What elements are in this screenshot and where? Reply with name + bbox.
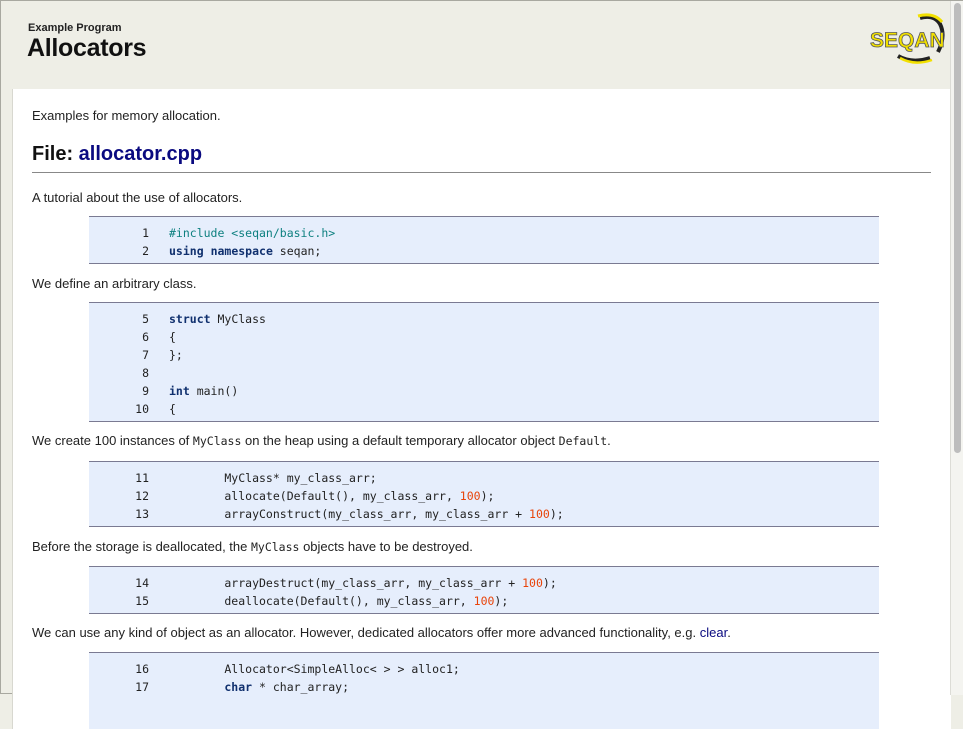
inline-code-default: Default (558, 434, 608, 448)
line-number: 13 (135, 507, 149, 521)
line-number: 11 (135, 471, 149, 485)
code-line: int main() (169, 384, 239, 398)
line-number: 14 (135, 576, 149, 590)
code-line: }; (169, 348, 183, 362)
clear-link[interactable]: clear (700, 625, 727, 640)
file-heading-label: File: (32, 143, 79, 165)
para5-text-2: . (727, 625, 731, 640)
line-number: 2 (142, 244, 149, 258)
paragraph-deallocate: Before the storage is deallocated, the M… (32, 539, 473, 554)
vertical-scrollbar[interactable] (950, 1, 963, 695)
code-block: 5 6 7 8 9 10 struct MyClass {}; int main() { (89, 302, 879, 422)
inline-code-myclass: MyClass (250, 540, 300, 554)
line-number: 17 (135, 680, 149, 694)
file-link[interactable]: allocator.cpp (79, 143, 202, 165)
scrollbar-thumb[interactable] (954, 3, 961, 453)
seqan-logo[interactable]: SEQAN (868, 12, 948, 64)
code-line: { (169, 402, 176, 416)
line-number: 15 (135, 594, 149, 608)
main-content: Examples for memory allocation. File: al… (12, 89, 951, 729)
line-number: 1 (142, 226, 149, 240)
para4-text-2: objects have to be destroyed. (299, 539, 473, 554)
page-header: Example Program Allocators SEQAN (1, 1, 950, 89)
para4-text-1: Before the storage is deallocated, the (32, 539, 251, 554)
paragraph-create-instances: We create 100 instances of MyClass on th… (32, 433, 611, 448)
code-block: 1 2 #include <seqan/basic.h> using namespac… (89, 216, 879, 264)
line-number: 6 (142, 330, 149, 344)
para5-text-1: We can use any kind of object as an allo… (32, 625, 700, 640)
code-line: struct MyClass (169, 312, 266, 326)
para3-text-3: . (607, 433, 611, 448)
code-line: char * char_array; (169, 680, 350, 694)
line-number: 5 (142, 312, 149, 326)
code-block: 11 12 13 MyClass* my_class_arr; allocate(D… (89, 461, 879, 527)
code-line: MyClass* my_class_arr; (169, 471, 377, 485)
code-line: arrayDestruct(my_class_arr, my_class_arr… (169, 576, 557, 590)
code-line: arrayConstruct(my_class_arr, my_class_ar… (169, 507, 564, 521)
logo-text: SEQAN (870, 29, 945, 52)
code-line: using namespace seqan; (169, 244, 322, 258)
code-line: { (169, 330, 176, 344)
line-number: 16 (135, 662, 149, 676)
page-title: Allocators (27, 34, 147, 62)
line-number: 7 (142, 348, 149, 362)
paragraph-allocator-objects: We can use any kind of object as an allo… (32, 625, 731, 640)
line-number: 8 (142, 366, 149, 380)
paragraph-define-class: We define an arbitrary class. (32, 276, 197, 291)
code-line: #include <seqan/basic.h> (169, 226, 336, 240)
line-number: 12 (135, 489, 149, 503)
tutorial-text: A tutorial about the use of allocators. (32, 190, 243, 205)
code-block: 14 15 arrayDestruct(my_class_arr, my_clas… (89, 566, 879, 614)
file-heading: File: allocator.cpp (32, 143, 931, 173)
line-number: 10 (135, 402, 149, 416)
code-block: 16 17 Allocator<SimpleAlloc< > > alloc1; … (89, 652, 879, 729)
intro-text: Examples for memory allocation. (32, 108, 221, 123)
inline-code-myclass: MyClass (192, 434, 242, 448)
line-number: 9 (142, 384, 149, 398)
para3-text-1: We create 100 instances of (32, 433, 193, 448)
code-line: deallocate(Default(), my_class_arr, 100)… (169, 594, 509, 608)
para3-text-2: on the heap using a default temporary al… (241, 433, 559, 448)
code-line: allocate(Default(), my_class_arr, 100); (169, 489, 495, 503)
code-line: Allocator<SimpleAlloc< > > alloc1; (169, 662, 460, 676)
page-kicker: Example Program (28, 22, 122, 34)
